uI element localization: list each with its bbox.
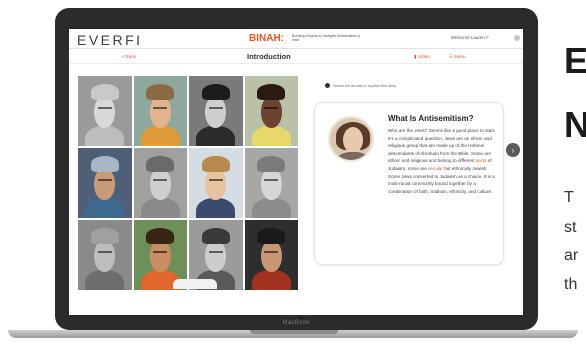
portrait-eyes (208, 106, 223, 111)
binah-subtitle: Building Insights to Navigate Antisemiti… (292, 34, 361, 43)
card-body: Who are the Jews? Seems like a good plac… (388, 127, 498, 195)
lesson-nav: < Back Introduction ▮ Listen ☰ Menu (69, 50, 523, 64)
portrait-face (205, 239, 227, 272)
right-line-3: ar (564, 247, 579, 264)
right-line-1: T (564, 189, 574, 206)
laptop-chin: MacBook (69, 315, 523, 330)
secular-link[interactable]: secular (428, 166, 443, 171)
card-portrait (328, 116, 374, 162)
portrait-eyes (97, 106, 112, 111)
user-avatar[interactable] (514, 35, 520, 41)
card-title: What Is Antisemitism? (388, 114, 474, 123)
portrait-face (205, 95, 227, 128)
portrait-eyes (264, 250, 279, 255)
portrait-hat (90, 156, 119, 172)
laptop-label: MacBook (282, 319, 310, 326)
portrait-face (343, 127, 363, 153)
portrait-elder-turban (78, 76, 132, 146)
menu-button[interactable]: ☰ Menu (449, 54, 466, 60)
portrait-woman-sunglasses (78, 148, 132, 218)
portrait-face (260, 167, 282, 200)
portrait-body (85, 198, 124, 218)
portrait-face (260, 239, 282, 272)
portrait-body (251, 126, 291, 146)
portrait-hat (90, 84, 119, 100)
right-line-4: th (564, 276, 578, 293)
portrait-woman-headwear (244, 148, 298, 218)
portrait-eyes (153, 250, 168, 255)
arrow-hint: Select the arrows to explore this story. (325, 83, 397, 88)
portrait-face (149, 95, 171, 128)
card-pager-tab[interactable] (173, 279, 217, 289)
portrait-girl-glasses (244, 220, 298, 290)
portrait-face (94, 239, 116, 272)
welcome-user[interactable]: Welcome Lauren F (451, 35, 489, 40)
portrait-face (205, 167, 227, 200)
portrait-eyes (208, 250, 223, 255)
portrait-eyes (264, 106, 279, 111)
portrait-eyes (264, 178, 279, 183)
portrait-hat (201, 228, 230, 244)
portrait-body (140, 126, 180, 146)
portrait-grid (78, 76, 298, 290)
back-button[interactable]: < Back (122, 54, 136, 59)
portrait-eyes (97, 178, 112, 183)
right-line-2: st (564, 219, 577, 236)
portrait-face (94, 167, 116, 200)
listen-label: Listen (417, 54, 430, 59)
portrait-face (94, 95, 116, 128)
sects-link[interactable]: sects (476, 158, 487, 163)
listen-button[interactable]: ▮ Listen (414, 54, 430, 60)
portrait-hat (146, 84, 175, 100)
portrait-body (85, 270, 124, 290)
portrait-hat (90, 228, 119, 244)
portrait-eyes (208, 178, 223, 183)
portrait-curly-hair-teen (189, 148, 243, 218)
portrait-face (149, 167, 171, 200)
portrait-hat (257, 156, 286, 172)
right-heading-1: E (564, 40, 586, 81)
portrait-body (85, 126, 124, 146)
portrait-face (260, 95, 282, 128)
hint-icon (325, 83, 330, 88)
portrait-hat (201, 156, 230, 172)
portrait-body (336, 152, 370, 160)
portrait-eyes (153, 178, 168, 183)
right-heading-2: N (564, 104, 586, 145)
portrait-body (251, 270, 291, 290)
portrait-young-man-portrait (244, 76, 298, 146)
portrait-eyes (97, 250, 112, 255)
page-title: Introduction (247, 52, 291, 61)
portrait-hat (146, 156, 175, 172)
portrait-elder-woman-scarf (78, 220, 132, 290)
everfi-logo[interactable]: EVERFI (77, 32, 143, 48)
laptop-notch (250, 330, 338, 334)
binah-logo: BINAH: (249, 33, 284, 44)
portrait-body (140, 198, 180, 218)
laptop-screen: EVERFI BINAH: Building Insights to Navig… (69, 29, 523, 315)
portrait-smiling-woman-hat (133, 76, 187, 146)
portrait-hat (201, 84, 230, 100)
portrait-body (196, 126, 235, 146)
portrait-hat (257, 228, 286, 244)
next-arrow-icon[interactable]: › (506, 143, 520, 157)
menu-label: Menu (454, 54, 466, 59)
app-header: EVERFI BINAH: Building Insights to Navig… (69, 29, 523, 49)
portrait-eyes (153, 106, 168, 111)
portrait-woman-basket (133, 148, 187, 218)
portrait-body (251, 198, 291, 218)
portrait-hat (146, 228, 175, 244)
portrait-body (196, 198, 235, 218)
portrait-hat (257, 84, 286, 100)
hint-text: Select the arrows to explore this story. (333, 83, 398, 88)
portrait-face (149, 239, 171, 272)
portrait-bearded-man-hat (189, 76, 243, 146)
story-card: What Is Antisemitism? Who are the Jews? … (314, 102, 504, 265)
